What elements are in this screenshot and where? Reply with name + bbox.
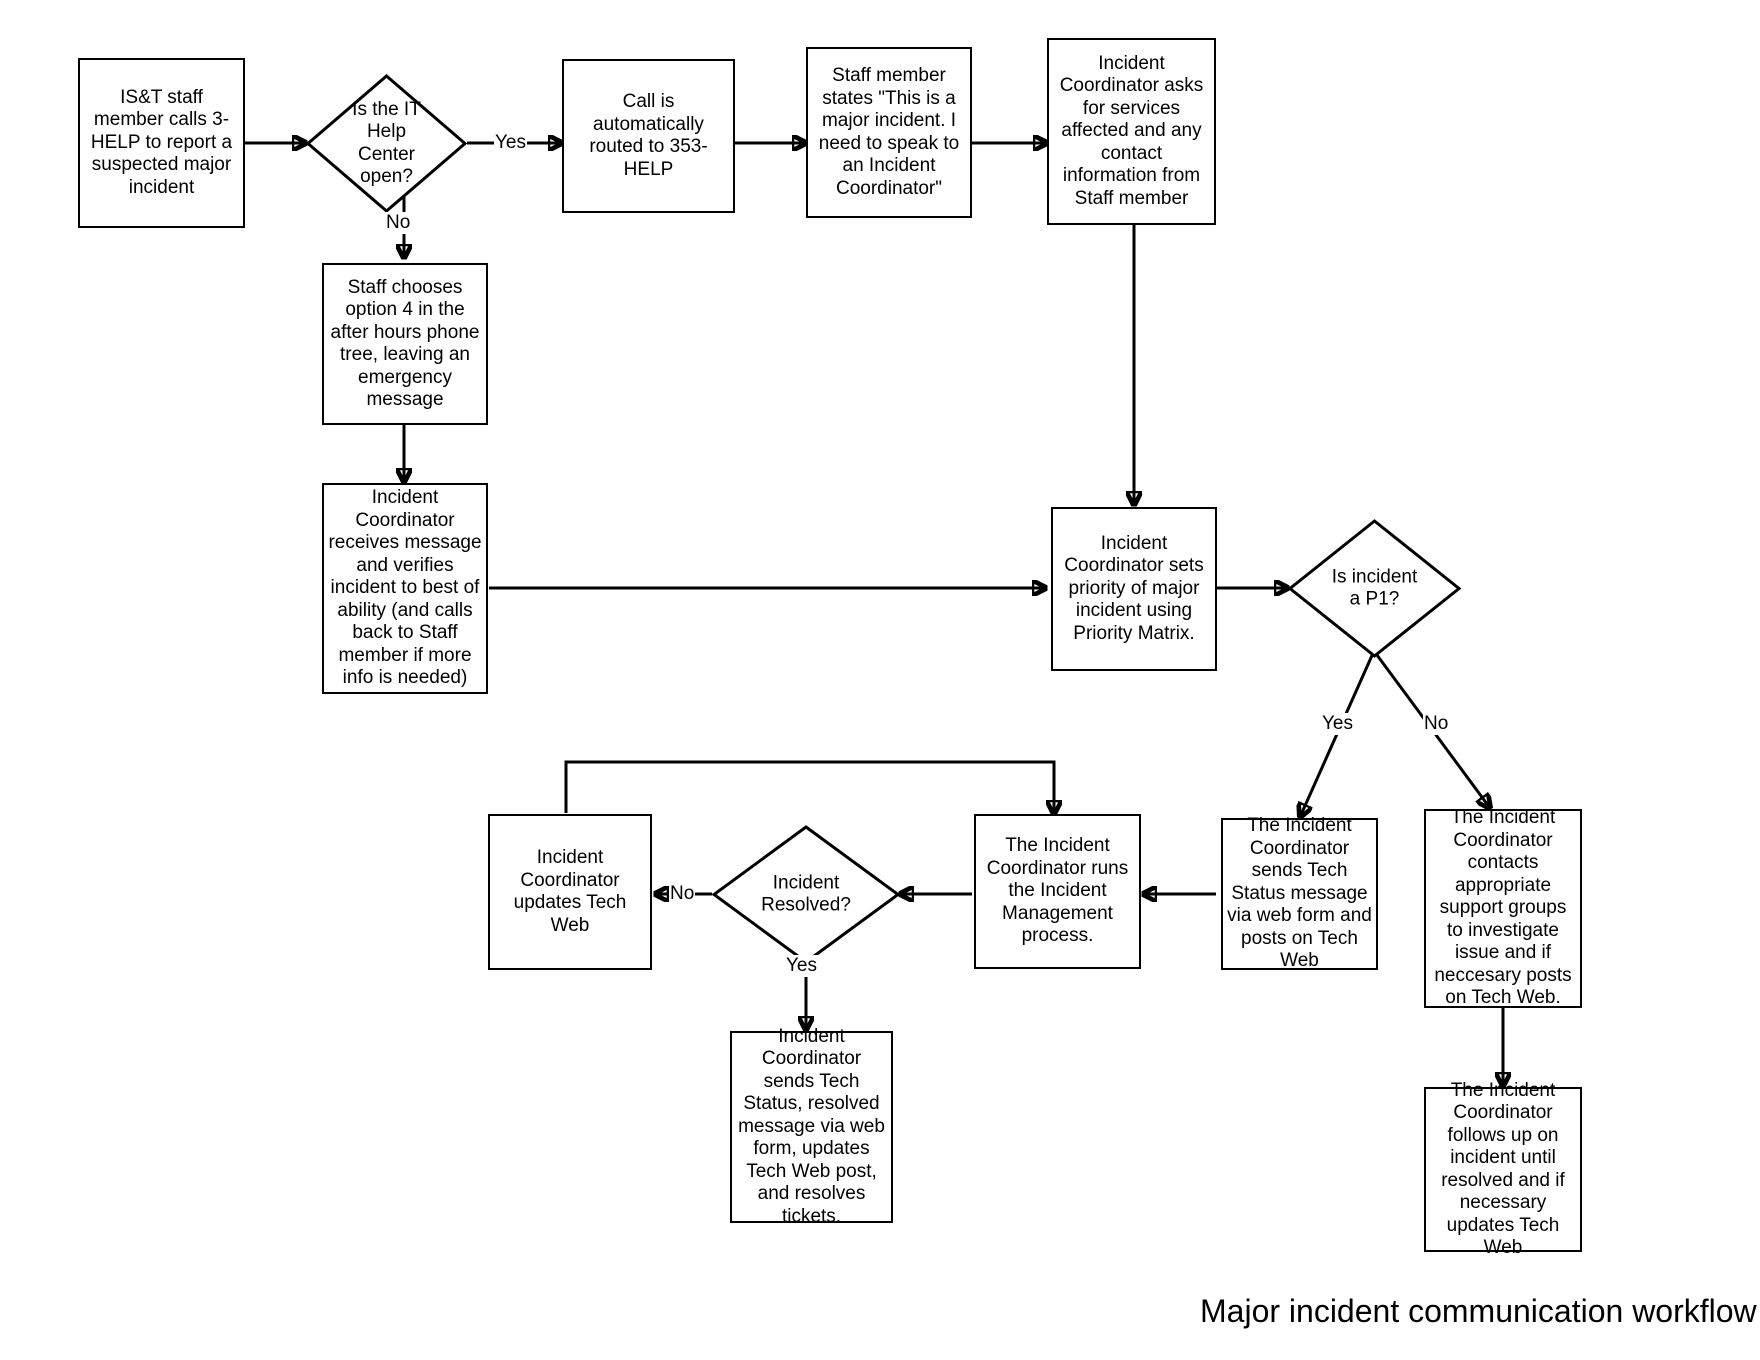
node-start-call[interactable]: IS&T staff member calls 3-HELP to report… <box>78 58 245 228</box>
edge-label-p1-no: No <box>1423 713 1450 735</box>
node-sets-priority-label: Incident Coordinator sets priority of ma… <box>1064 532 1204 644</box>
edge-label-help-center-yes: Yes <box>494 132 527 154</box>
node-routed-353-label: Call is automatically routed to 353-HELP <box>589 91 708 180</box>
node-sends-tech-status-label: The Incident Coordinator sends Tech Stat… <box>1227 815 1372 972</box>
diamond-shape <box>1287 519 1462 658</box>
node-coordinator-receives[interactable]: Incident Coordinator receives message an… <box>322 483 488 694</box>
node-sends-tech-status[interactable]: The Incident Coordinator sends Tech Stat… <box>1221 815 1378 972</box>
node-follows-up[interactable]: The Incident Coordinator follows up on i… <box>1424 1080 1582 1258</box>
node-updates-tech-web[interactable]: Incident Coordinator updates Tech Web <box>488 814 652 970</box>
node-sends-resolved[interactable]: Incident Coordinator sends Tech Status, … <box>730 1026 893 1227</box>
node-runs-im-process[interactable]: The Incident Coordinator runs the Incide… <box>974 814 1141 969</box>
node-sends-resolved-label: Incident Coordinator sends Tech Status, … <box>738 1025 885 1227</box>
flowchart-canvas: IS&T staff member calls 3-HELP to report… <box>0 0 1760 1360</box>
edge-loopback <box>564 760 1054 814</box>
node-routed-353[interactable]: Call is automatically routed to 353-HELP <box>562 59 735 213</box>
node-runs-im-process-label: The Incident Coordinator runs the Incide… <box>986 835 1129 947</box>
node-after-hours-option4[interactable]: Staff chooses option 4 in the after hour… <box>322 263 488 425</box>
edge-label-p1-yes: Yes <box>1321 713 1354 735</box>
diamond-shape <box>305 74 468 213</box>
node-coordinator-asks-label: Incident Coordinator asks for services a… <box>1059 52 1204 209</box>
node-start-call-label: IS&T staff member calls 3-HELP to report… <box>90 86 233 198</box>
diamond-shape <box>711 825 901 964</box>
node-coordinator-receives-label: Incident Coordinator receives message an… <box>328 487 482 689</box>
node-incident-resolved[interactable]: Incident Resolved? <box>711 825 901 964</box>
node-help-center-open[interactable]: Is the IT Help Center open? <box>305 74 468 213</box>
node-coordinator-asks[interactable]: Incident Coordinator asks for services a… <box>1047 38 1216 225</box>
node-is-p1[interactable]: Is incident a P1? <box>1287 519 1462 658</box>
edge-label-help-center-no: No <box>385 212 412 234</box>
diagram-title: Major incident communication workflow <box>1200 1293 1757 1329</box>
node-staff-states-label: Staff member states "This is a major inc… <box>818 65 960 199</box>
node-contacts-support-groups[interactable]: The Incident Coordinator contacts approp… <box>1424 807 1582 1009</box>
edge-label-resolved-no: No <box>669 883 696 905</box>
node-after-hours-option4-label: Staff chooses option 4 in the after hour… <box>330 276 480 411</box>
node-follows-up-label: The Incident Coordinator follows up on i… <box>1441 1079 1565 1259</box>
node-staff-states[interactable]: Staff member states "This is a major inc… <box>806 47 972 218</box>
node-contacts-support-groups-label: The Incident Coordinator contacts approp… <box>1434 807 1572 1009</box>
node-sets-priority[interactable]: Incident Coordinator sets priority of ma… <box>1051 507 1217 671</box>
node-updates-tech-web-label: Incident Coordinator updates Tech Web <box>513 847 627 936</box>
edge-label-resolved-yes: Yes <box>785 955 818 977</box>
